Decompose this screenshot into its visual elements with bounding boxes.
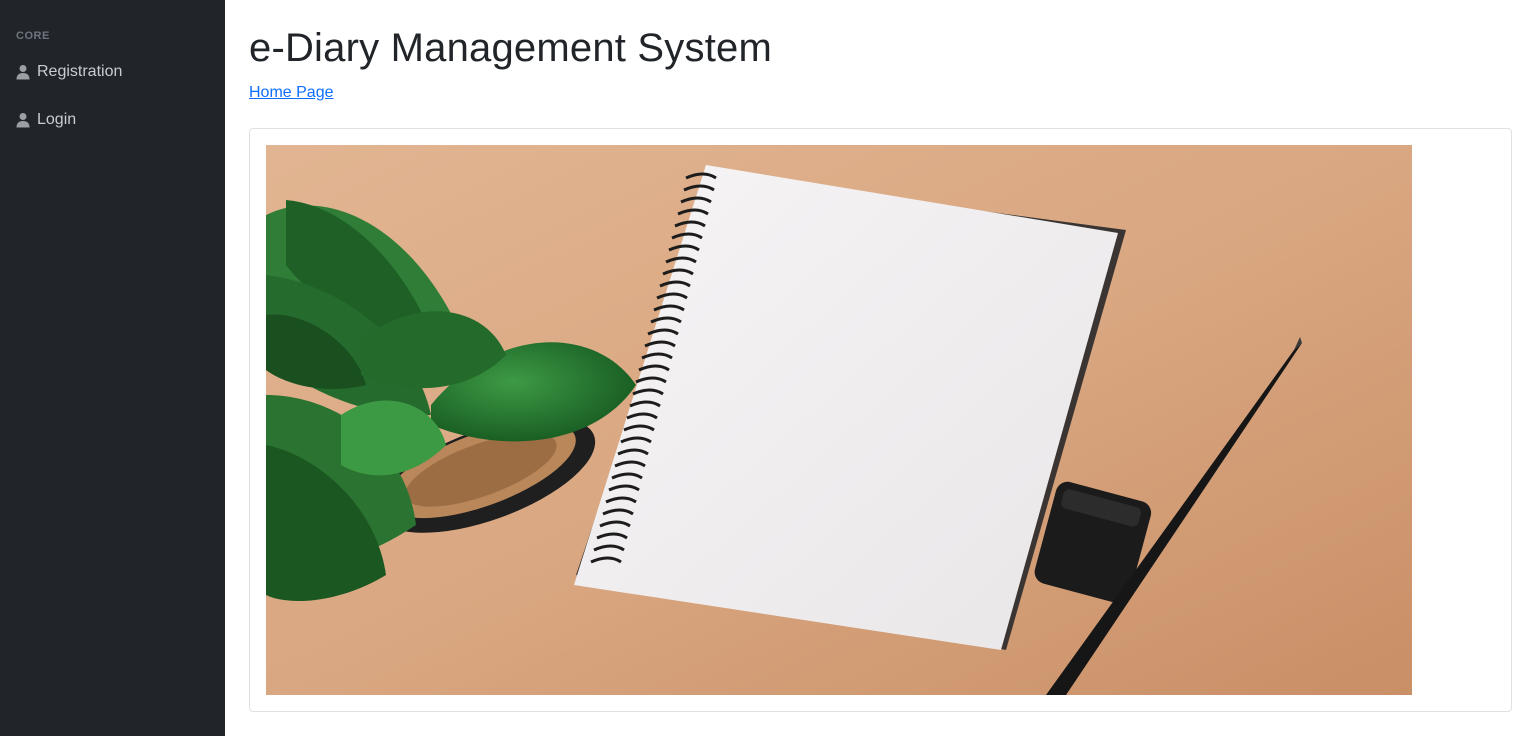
app-layout: CORE Registration Login e-Diary Manageme… bbox=[0, 0, 1536, 736]
hero-card bbox=[249, 128, 1512, 712]
sidebar-heading: CORE bbox=[16, 30, 50, 42]
sidebar-item-login[interactable]: Login bbox=[0, 108, 225, 132]
sidebar-item-label: Registration bbox=[37, 63, 123, 80]
desk-scene-illustration bbox=[266, 145, 1412, 695]
user-icon bbox=[16, 65, 30, 80]
breadcrumb-home-link[interactable]: Home Page bbox=[249, 84, 334, 102]
hero-image bbox=[266, 145, 1412, 695]
user-icon bbox=[16, 113, 30, 128]
sidebar-item-registration[interactable]: Registration bbox=[0, 60, 225, 84]
sidebar: CORE Registration Login bbox=[0, 0, 225, 736]
sidebar-item-label: Login bbox=[37, 111, 77, 128]
main-content: e-Diary Management System Home Page bbox=[225, 0, 1536, 736]
page-title: e-Diary Management System bbox=[249, 26, 772, 70]
